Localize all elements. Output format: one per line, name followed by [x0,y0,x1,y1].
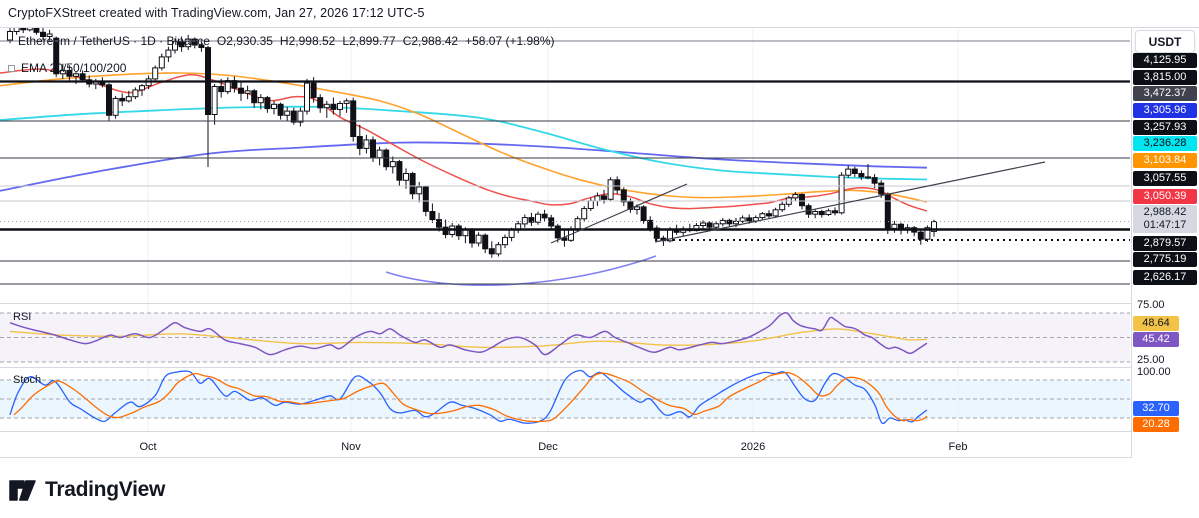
stoch-scale-upper: 100.00 [1137,366,1171,378]
rsi-pane-title[interactable]: RSI [13,311,31,323]
current-price: 2,988.42 [1143,206,1187,218]
stoch-pane-title[interactable]: Stoch [13,374,41,386]
main-price-pane[interactable] [0,16,1130,286]
price-scale-label: 3,305.96 [1133,102,1197,118]
price-scale-label: 2,626.17 [1133,269,1197,285]
ema-indicator-legend[interactable]: EMA 20/50/100/200 [8,61,126,75]
time-axis-label: Nov [341,441,361,453]
price-scale-label: 3,257.93 [1133,119,1197,135]
ema50-line[interactable] [0,72,928,203]
price-scale-label: 4,125.95 [1133,52,1197,68]
tradingview-footer-logo[interactable]: TradingView [8,476,165,504]
ema-indicator-label: EMA 20/50/100/200 [21,61,127,75]
price-scale-label: 2,775.19 [1133,251,1197,267]
price-scale-label: 3,050.39 [1133,188,1197,204]
time-axis-label: Feb [948,441,968,453]
ohlc-open: O2,930.35 [216,34,273,48]
price-scale-label: 2,879.57 [1133,235,1197,251]
tradingview-logo-icon [9,480,36,501]
price-scale-label: 3,103.84 [1133,152,1197,168]
tradingview-chart-window: CryptoFXStreet created with TradingView.… [0,0,1199,518]
symbol-legend[interactable]: Ethereum / TetherUS · 1D · Binance O2,930… [18,34,562,48]
rounding-bottom-arc[interactable] [385,255,657,286]
price-scale-label: 3,472.37 [1133,85,1197,101]
indicator-bullet-icon [8,64,15,72]
change-value: +58.07 (+1.98%) [465,34,555,48]
currency-toggle-button[interactable]: USDT [1135,30,1195,53]
time-axis-label: 2026 [740,441,766,453]
ema200-line[interactable] [0,141,928,192]
chart-canvas[interactable] [0,0,1199,518]
rsi-value-badge: 45.42 [1133,332,1179,347]
bar-countdown: 01:47:17 [1143,219,1187,231]
time-axis-label: Oct [139,441,157,453]
price-scale-label: 3,236.28 [1133,135,1197,151]
time-axis-label: Dec [538,441,558,453]
ascending-trendline[interactable] [550,183,688,244]
watermark-attribution: CryptoFXStreet created with TradingView.… [8,6,425,20]
rsi-scale-lower: 25.00 [1137,354,1165,366]
rsi-ma-value-badge: 48.64 [1133,316,1179,331]
ohlc-high: H2,998.52 [279,34,336,48]
symbol-title[interactable]: Ethereum / TetherUS · 1D · Binance [18,34,210,48]
tradingview-brand-text: TradingView [45,478,166,501]
rsi-scale-upper: 75.00 [1137,299,1165,311]
price-scale-label: 3,815.00 [1133,69,1197,85]
ohlc-low: L2,899.77 [342,34,396,48]
price-scale-label: 3,057.55 [1133,170,1197,186]
current-price-countdown-label: 2,988.42 01:47:17 [1133,205,1197,233]
stoch-k-value-badge: 32.70 [1133,401,1179,416]
stoch-d-value-badge: 20.28 [1133,417,1179,432]
ohlc-close: C2,988.42 [402,34,459,48]
